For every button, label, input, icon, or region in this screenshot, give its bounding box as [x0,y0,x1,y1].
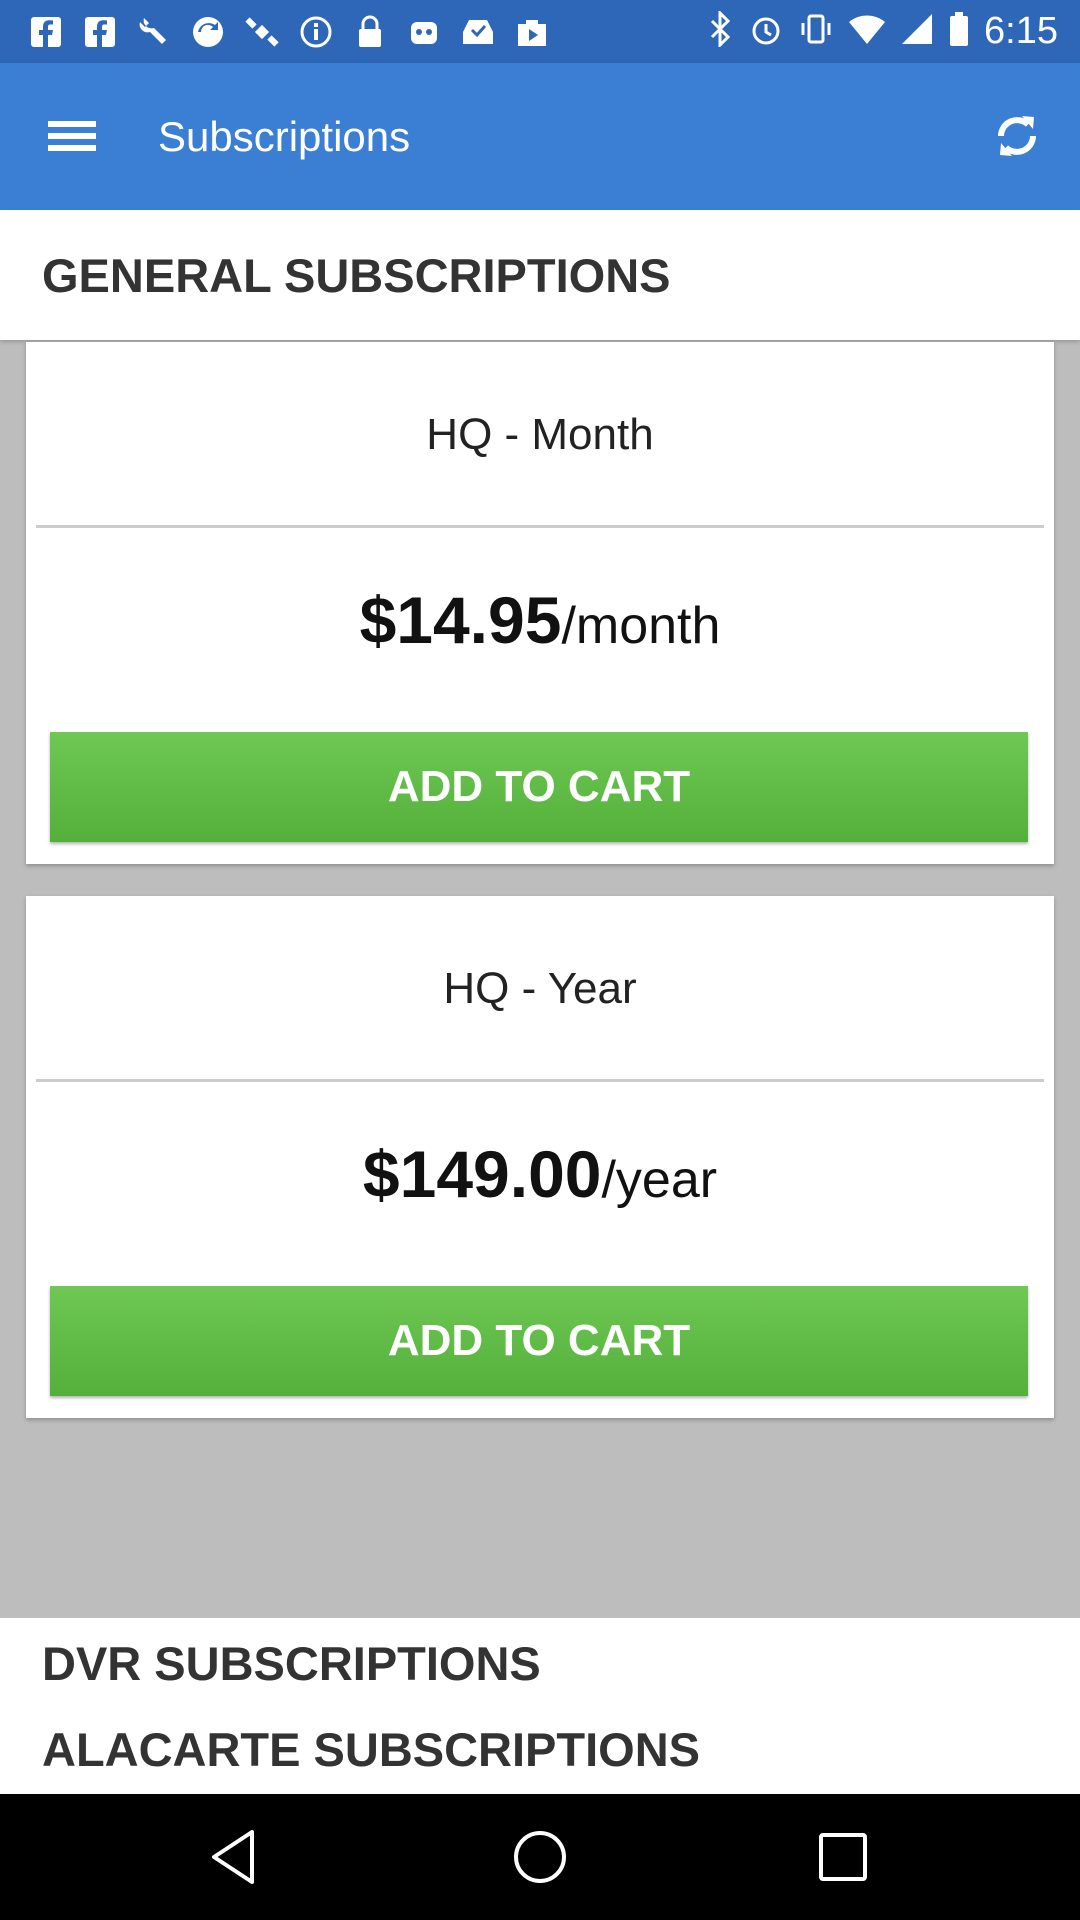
other-sections: DVR SUBSCRIPTIONS ALACARTE SUBSCRIPTIONS [0,1618,1080,1794]
divider [36,525,1044,528]
plan-price: $14.95 [359,583,562,657]
price-row: $14.95/month [26,582,1054,658]
app-bar: Subscriptions [0,63,1080,210]
satellite-icon [242,12,282,52]
plan-card-month: HQ - Month $14.95/month ADD TO CART [26,342,1054,864]
robot-icon [404,12,444,52]
status-bar: 6:15 [0,0,1080,63]
menu-icon[interactable] [42,111,102,161]
plan-price: $149.00 [362,1137,602,1211]
wrench-icon [134,12,174,52]
inbox-icon [458,12,498,52]
clock: 6:15 [984,10,1058,52]
facebook-icon [26,12,66,52]
section-header-general[interactable]: GENERAL SUBSCRIPTIONS [0,210,1080,340]
facebook-icon [80,12,120,52]
add-to-cart-button[interactable]: ADD TO CART [50,732,1028,842]
system-status: 6:15 [708,9,1058,53]
lock-icon [350,12,390,52]
divider [36,1079,1044,1082]
bluetooth-icon [708,9,734,52]
plan-card-year: HQ - Year $149.00/year ADD TO CART [26,896,1054,1418]
signal-icon [900,12,934,51]
info-icon [296,12,336,52]
navigation-bar [0,1794,1080,1920]
plan-period: /month [561,597,721,655]
section-header-alacarte[interactable]: ALACARTE SUBSCRIPTIONS [42,1722,700,1777]
alarm-icon [748,11,784,52]
wifi-icon [848,12,886,51]
play-store-icon [512,12,552,52]
refresh-icon[interactable] [984,103,1050,169]
section-title: GENERAL SUBSCRIPTIONS [42,248,671,302]
vibrate-icon [798,11,834,52]
add-to-cart-button[interactable]: ADD TO CART [50,1286,1028,1396]
plan-period: /year [601,1151,718,1209]
plan-name: HQ - Year [443,964,637,1013]
home-icon[interactable] [507,1824,573,1890]
back-icon[interactable] [204,1824,270,1890]
notification-icons [26,12,552,52]
page-title: Subscriptions [158,113,411,160]
price-row: $149.00/year [26,1136,1054,1212]
plan-name: HQ - Month [426,410,654,459]
sync-icon [188,12,228,52]
section-header-dvr[interactable]: DVR SUBSCRIPTIONS [42,1636,541,1691]
recents-icon[interactable] [810,1824,876,1890]
battery-icon [948,11,970,52]
